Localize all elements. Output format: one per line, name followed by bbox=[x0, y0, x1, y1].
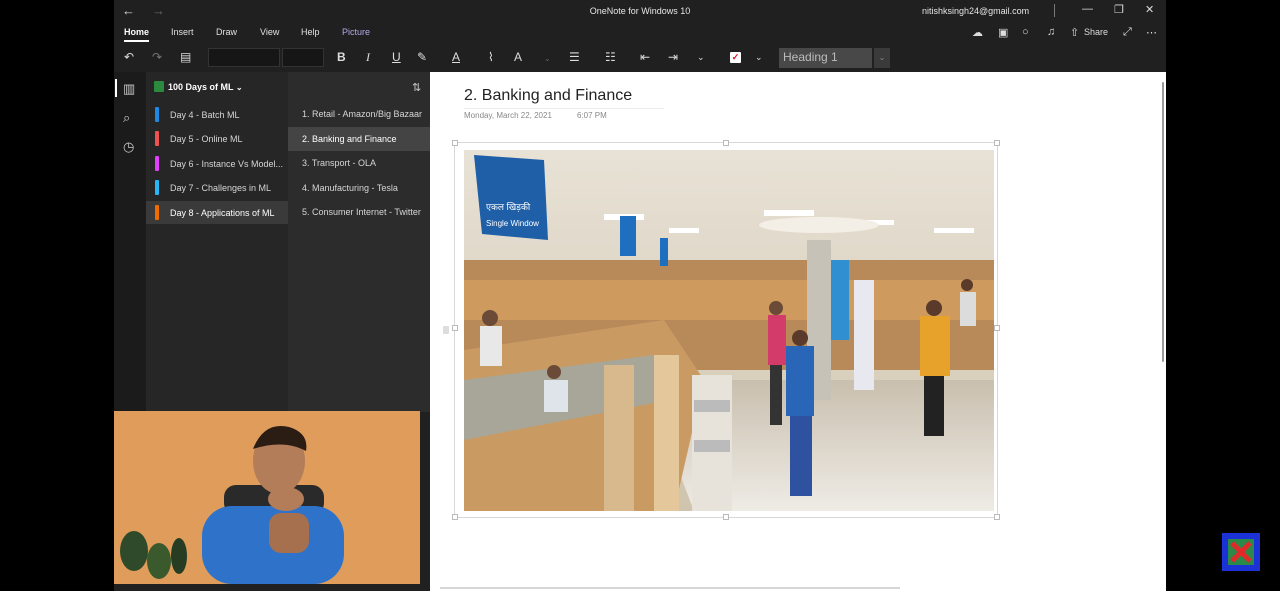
minimize-icon[interactable]: — bbox=[1082, 3, 1093, 15]
title-bar: ← → OneNote for Windows 10 nitishksingh2… bbox=[114, 0, 1166, 22]
highlighter-icon[interactable]: ✎ bbox=[417, 50, 427, 64]
share-icon[interactable]: ⇧ bbox=[1070, 26, 1079, 39]
clipboard-icon[interactable]: ▤ bbox=[180, 50, 191, 64]
todo-tag-icon[interactable]: ✓ bbox=[730, 52, 741, 63]
recent-clock-icon[interactable]: ◷ bbox=[123, 139, 134, 155]
tab-help[interactable]: Help bbox=[301, 27, 320, 37]
section-item[interactable]: Day 6 - Instance Vs Model... bbox=[146, 152, 288, 175]
ribbon-tabs: Home Insert Draw View Help Picture ☁ ▣ ○… bbox=[114, 24, 1166, 42]
notebook-selector[interactable]: 100 Days of ML ⌄ bbox=[154, 81, 243, 92]
resize-handle[interactable] bbox=[452, 325, 458, 331]
notebooks-icon[interactable]: ▥ bbox=[114, 79, 135, 97]
ribbon-toolbar: ↶ ↷ ▤ B I U ✎ A ⌇ A ⌄ ☰ ☷ ⇤ ⇥ ⌄ ✓ ⌄ Head… bbox=[114, 45, 1166, 71]
font-color-icon[interactable]: A bbox=[452, 50, 460, 64]
bold-button[interactable]: B bbox=[337, 50, 346, 64]
resize-handle[interactable] bbox=[994, 325, 1000, 331]
bell-icon[interactable]: ♫ bbox=[1047, 26, 1055, 38]
section-label: Day 7 - Challenges in ML bbox=[170, 183, 272, 193]
redo-icon[interactable]: ↷ bbox=[152, 50, 162, 64]
resize-handle[interactable] bbox=[452, 140, 458, 146]
style-dropdown-chevron-icon[interactable]: ⌄ bbox=[874, 48, 890, 68]
style-dropdown[interactable]: Heading 1 bbox=[779, 48, 872, 68]
indent-icon[interactable]: ⇥ bbox=[668, 50, 678, 64]
share-button[interactable]: Share bbox=[1084, 27, 1108, 37]
channel-logo bbox=[1222, 533, 1260, 571]
close-icon[interactable]: ✕ bbox=[1145, 3, 1154, 16]
more-paragraph-chevron-icon[interactable]: ⌄ bbox=[697, 52, 705, 63]
italic-button[interactable]: I bbox=[366, 50, 370, 65]
chevron-down-icon[interactable]: ⌄ bbox=[544, 54, 551, 63]
lightbulb-icon[interactable]: ○ bbox=[1022, 26, 1029, 38]
resize-handle[interactable] bbox=[723, 140, 729, 146]
page-item[interactable]: 1. Retail - Amazon/Big Bazaar bbox=[288, 102, 430, 126]
numbering-icon[interactable]: ☷ bbox=[605, 50, 616, 64]
underline-button[interactable]: U bbox=[392, 50, 401, 64]
section-label: Day 8 - Applications of ML bbox=[170, 208, 275, 218]
vertical-scrollbar[interactable] bbox=[1162, 82, 1164, 362]
sign-english-text: Single Window bbox=[486, 219, 539, 228]
undo-icon[interactable]: ↶ bbox=[124, 50, 134, 64]
more-icon[interactable]: ⋯ bbox=[1146, 26, 1157, 39]
bank-interior-photo[interactable]: एकल खिड़की Single Window bbox=[464, 150, 994, 511]
horizontal-scrollbar[interactable] bbox=[440, 587, 900, 589]
page-date: Monday, March 22, 2021 bbox=[464, 111, 552, 120]
section-color-tab bbox=[155, 180, 159, 195]
section-color-tab bbox=[155, 131, 159, 146]
tab-view[interactable]: View bbox=[260, 27, 279, 37]
section-item[interactable]: Day 5 - Online ML bbox=[146, 127, 288, 150]
sign-hindi-text: एकल खिड़की bbox=[486, 201, 531, 212]
font-family-field[interactable] bbox=[208, 48, 280, 67]
sync-icon[interactable]: ☁ bbox=[972, 26, 983, 39]
onenote-window: ← → OneNote for Windows 10 nitishksingh2… bbox=[114, 0, 1166, 591]
title-underline bbox=[464, 108, 664, 109]
resize-handle[interactable] bbox=[452, 514, 458, 520]
section-item-active[interactable]: Day 8 - Applications of ML bbox=[146, 201, 288, 224]
page-time: 6:07 PM bbox=[577, 111, 607, 120]
outdent-icon[interactable]: ⇤ bbox=[640, 50, 650, 64]
section-label: Day 5 - Online ML bbox=[170, 134, 243, 144]
notebook-name: 100 Days of ML bbox=[168, 82, 234, 92]
clear-format-icon[interactable]: A bbox=[514, 50, 522, 64]
notebook-icon[interactable]: ▣ bbox=[998, 26, 1008, 39]
pages-pane: ⇅ 1. Retail - Amazon/Big Bazaar 2. Banki… bbox=[288, 72, 430, 412]
page-title[interactable]: 2. Banking and Finance bbox=[464, 87, 632, 105]
navigation-rail: ▥ ⌕ ◷ bbox=[114, 72, 146, 412]
tag-chevron-icon[interactable]: ⌄ bbox=[755, 52, 763, 63]
bullets-icon[interactable]: ☰ bbox=[569, 50, 580, 64]
notebook-green-icon bbox=[154, 81, 164, 92]
format-painter-icon[interactable]: ⌇ bbox=[488, 50, 494, 64]
page-item-active[interactable]: 2. Banking and Finance bbox=[288, 127, 430, 151]
section-color-tab bbox=[155, 107, 159, 122]
tab-home[interactable]: Home bbox=[124, 27, 150, 42]
maximize-icon[interactable]: ❐ bbox=[1114, 3, 1124, 16]
note-container-handle[interactable] bbox=[443, 326, 449, 334]
resize-handle[interactable] bbox=[994, 140, 1000, 146]
resize-handle[interactable] bbox=[723, 514, 729, 520]
chevron-down-icon: ⌄ bbox=[235, 83, 243, 92]
page-item[interactable]: 3. Transport - OLA bbox=[288, 151, 430, 175]
page-item[interactable]: 4. Manufacturing - Tesla bbox=[288, 176, 430, 200]
tab-draw[interactable]: Draw bbox=[216, 27, 237, 37]
section-item[interactable]: Day 7 - Challenges in ML bbox=[146, 176, 288, 199]
font-size-field[interactable] bbox=[282, 48, 324, 67]
section-color-tab bbox=[155, 205, 159, 220]
section-label: Day 6 - Instance Vs Model... bbox=[170, 159, 284, 169]
section-color-tab bbox=[155, 156, 159, 171]
sort-icon[interactable]: ⇅ bbox=[412, 81, 421, 94]
account-email[interactable]: nitishksingh24@gmail.com bbox=[922, 6, 1029, 16]
section-item[interactable]: Day 4 - Batch ML bbox=[146, 103, 288, 126]
page-item[interactable]: 5. Consumer Internet - Twitter bbox=[288, 200, 430, 224]
tab-picture[interactable]: Picture bbox=[342, 27, 370, 37]
webcam-overlay bbox=[114, 411, 420, 584]
resize-handle[interactable] bbox=[994, 514, 1000, 520]
sections-pane: 100 Days of ML ⌄ Day 4 - Batch ML Day 5 … bbox=[146, 72, 288, 412]
tab-insert[interactable]: Insert bbox=[171, 27, 194, 37]
section-label: Day 4 - Batch ML bbox=[170, 110, 240, 120]
page-canvas[interactable]: 2. Banking and Finance Monday, March 22,… bbox=[430, 72, 1166, 591]
search-icon[interactable]: ⌕ bbox=[123, 110, 130, 126]
titlebar-divider bbox=[1054, 4, 1055, 17]
expand-icon[interactable]: ⤢ bbox=[1123, 26, 1132, 39]
